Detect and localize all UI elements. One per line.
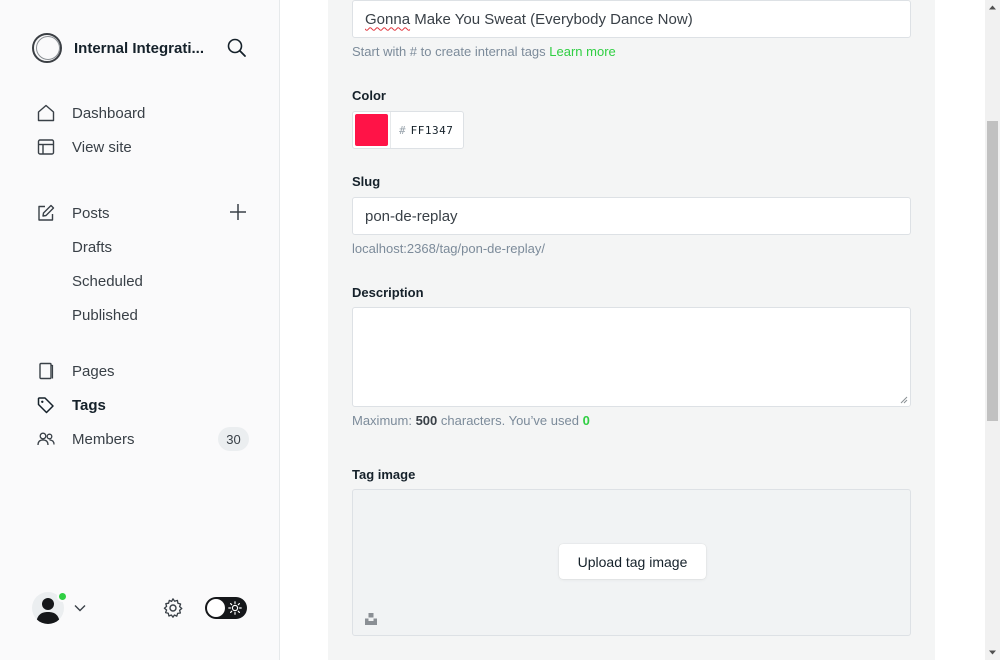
tag-name-input[interactable]: Gonna Make You Sweat (Everybody Dance No… (352, 0, 911, 38)
main-content: Gonna Make You Sweat (Everybody Dance No… (280, 0, 985, 660)
sidebar-item-dashboard[interactable]: Dashboard (36, 101, 145, 125)
slug-input[interactable]: pon-de-replay (352, 197, 911, 235)
slug-label: Slug (352, 174, 381, 189)
online-status-dot (57, 591, 68, 602)
slug-url-preview: localhost:2368/tag/pon-de-replay/ (352, 241, 545, 256)
search-icon[interactable] (226, 37, 248, 59)
hash-prefix: # (399, 123, 406, 137)
sidebar-item-label: Members (72, 430, 135, 448)
color-hex-input[interactable]: FF1347 (411, 124, 454, 137)
sidebar-item-posts[interactable]: Posts (36, 201, 110, 225)
sidebar-item-tags[interactable]: Tags (36, 393, 106, 417)
members-count-badge: 30 (218, 427, 249, 451)
learn-more-link[interactable]: Learn more (549, 44, 615, 59)
new-post-plus-icon[interactable] (228, 202, 248, 222)
toggle-knob (207, 599, 225, 617)
description-char-count: Maximum: 500 characters. You’ve used 0 (352, 413, 590, 428)
sidebar: Internal Integrati... Dashboard View sit… (0, 0, 280, 660)
sidebar-item-label: Dashboard (72, 104, 146, 122)
divider (390, 112, 391, 148)
sidebar-item-view-site[interactable]: View site (36, 135, 132, 159)
resize-handle-icon[interactable] (900, 396, 908, 404)
sidebar-item-label: View site (72, 138, 132, 156)
sidebar-item-label: Pages (72, 362, 115, 380)
sidebar-item-label: Posts (72, 204, 110, 222)
sidebar-item-pages[interactable]: Pages (36, 359, 115, 383)
house-icon (36, 103, 56, 123)
scroll-up-arrow-icon[interactable] (985, 0, 1000, 15)
hint-text: Start with # to create internal tags (352, 44, 546, 59)
sidebar-item-label: Scheduled (72, 272, 143, 290)
sidebar-item-published[interactable]: Published (72, 303, 138, 327)
book-icon (36, 361, 56, 381)
dark-mode-toggle[interactable] (205, 597, 247, 619)
gear-icon[interactable] (162, 597, 184, 619)
page-scrollbar[interactable] (985, 0, 1000, 660)
color-swatch[interactable] (355, 114, 388, 146)
chevron-down-icon[interactable] (73, 601, 87, 615)
max-chars: 500 (415, 413, 438, 428)
upload-tag-image-button[interactable]: Upload tag image (559, 544, 706, 579)
sidebar-item-members[interactable]: Members (36, 427, 135, 451)
hint-prefix: Maximum: (352, 413, 412, 428)
unsplash-icon[interactable] (364, 612, 378, 626)
users-icon (36, 429, 56, 449)
tag-name-rest: Make You Sweat (Everybody Dance Now) (410, 10, 693, 28)
sun-icon (228, 601, 242, 615)
site-title: Internal Integrati... (74, 39, 205, 57)
sidebar-item-scheduled[interactable]: Scheduled (72, 269, 143, 293)
tag-image-dropzone[interactable]: Upload tag image (352, 489, 911, 636)
layout-icon (36, 137, 56, 157)
site-logo (32, 33, 62, 63)
pencil-square-icon (36, 203, 56, 223)
sidebar-item-label: Drafts (72, 238, 113, 256)
hint-mid: characters. You’ve used (440, 413, 579, 428)
sidebar-item-label: Published (72, 306, 138, 324)
tag-name-first-word: Gonna (365, 10, 411, 28)
color-label: Color (352, 88, 386, 103)
tag-image-label: Tag image (352, 467, 416, 482)
tag-icon (36, 395, 56, 415)
description-label: Description (352, 285, 424, 300)
scroll-down-arrow-icon[interactable] (985, 645, 1000, 660)
used-chars: 0 (582, 413, 590, 428)
scrollbar-thumb[interactable] (987, 121, 998, 421)
sidebar-item-drafts[interactable]: Drafts (72, 235, 112, 259)
sidebar-item-label: Tags (72, 396, 106, 414)
tag-settings-panel: Gonna Make You Sweat (Everybody Dance No… (328, 0, 935, 660)
brand[interactable]: Internal Integrati... (32, 33, 212, 63)
description-textarea[interactable] (352, 307, 911, 407)
tag-name-hint: Start with # to create internal tags Lea… (352, 44, 616, 59)
color-picker[interactable]: # FF1347 (352, 111, 464, 149)
